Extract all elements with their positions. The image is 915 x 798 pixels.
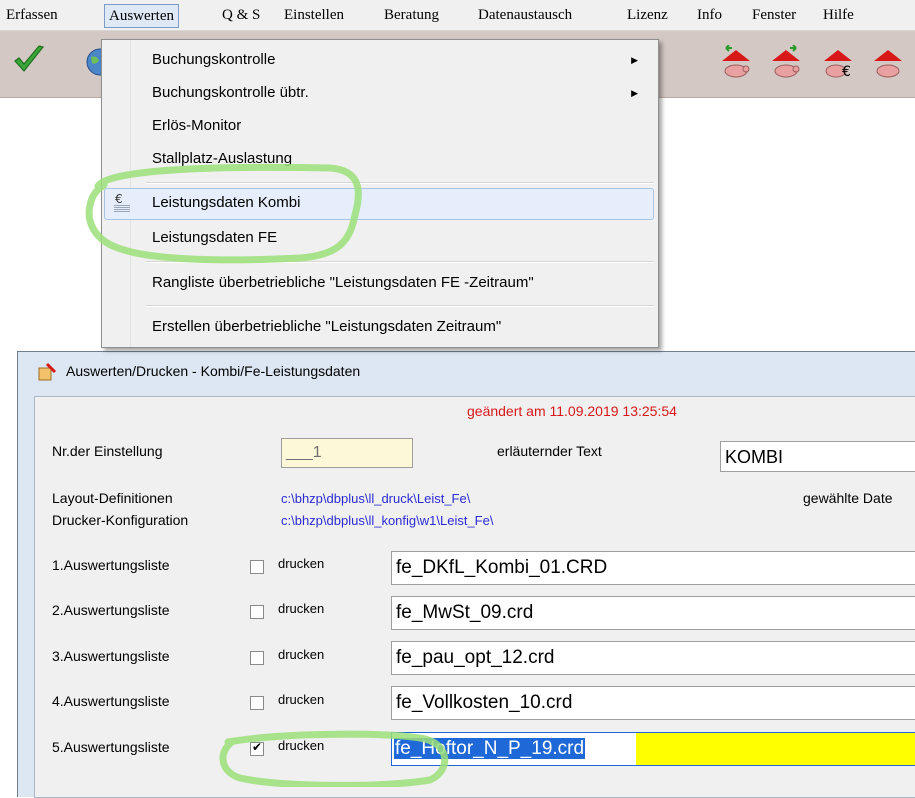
menu-item-label: Rangliste überbetriebliche "Leistungsdat… (152, 274, 534, 291)
menu-item-erloes-monitor[interactable]: Erlös-Monitor (152, 115, 241, 137)
layout-path: c:\bhzp\dbplus\ll_druck\Leist_Fe\ (281, 491, 471, 506)
menu-item-buchungskontrolle-uebtr[interactable]: Buchungskontrolle übtr. ▶ (152, 82, 648, 104)
list-3-label: 3.Auswertungsliste (52, 648, 170, 664)
euro-list-icon: € (112, 192, 134, 214)
list-5-file-input[interactable]: fe_Hoftor_N_P_19.crd (391, 732, 915, 766)
menu-item-label: Leistungsdaten Kombi (152, 194, 301, 211)
list-3-file-input[interactable]: fe_pau_opt_12.crd (391, 641, 915, 675)
menu-einstellen[interactable]: Einstellen (284, 5, 344, 25)
list-2-print-label: drucken (278, 601, 325, 616)
menu-hilfe[interactable]: Hilfe (823, 5, 854, 25)
menu-item-label: Erlös-Monitor (152, 117, 242, 134)
list-4-print-label: drucken (278, 692, 325, 707)
dialog-title: Auswerten/Drucken - Kombi/Fe-Leistungsda… (66, 363, 361, 379)
pig-house-arrow-icon[interactable] (768, 44, 804, 85)
list-4-checkbox[interactable] (250, 696, 264, 710)
menu-fenster[interactable]: Fenster (752, 5, 796, 25)
list-5-checkbox[interactable] (250, 740, 264, 756)
menu-item-leistungsdaten-fe[interactable]: Leistungsdaten FE (152, 227, 277, 249)
menu-lizenz[interactable]: Lizenz (627, 5, 668, 25)
dialog-title-bar[interactable]: Auswerten/Drucken - Kombi/Fe-Leistungsda… (18, 352, 915, 390)
menu-item-leistungsdaten-kombi[interactable]: Leistungsdaten Kombi (152, 192, 300, 214)
menu-erfassen[interactable]: Erfassen (6, 5, 58, 25)
menu-info[interactable]: Info (697, 5, 722, 25)
list-2-checkbox[interactable] (250, 605, 264, 619)
menu-separator (146, 305, 654, 307)
menu-item-label: Stallplatz-Auslastung (152, 150, 293, 167)
printer-label: Drucker-Konfiguration (52, 512, 189, 528)
text-label: erläuternder Text (497, 443, 602, 459)
list-5-label: 5.Auswertungsliste (52, 739, 170, 755)
svg-text:€: € (842, 64, 851, 80)
menu-datenaustausch[interactable]: Datenaustausch (478, 5, 572, 25)
submenu-arrow-icon: ▶ (631, 88, 638, 98)
list-4-label: 4.Auswertungsliste (52, 693, 170, 709)
list-5-print-label: drucken (278, 738, 325, 753)
printer-path: c:\bhzp\dbplus\ll_konfig\w1\Leist_Fe\ (281, 513, 494, 528)
list-4-file-input[interactable]: fe_Vollkosten_10.crd (391, 686, 915, 720)
menu-bar: Erfassen Auswerten Q & S Einstellen Bera… (0, 0, 915, 31)
pig-house-arrow-icon[interactable] (718, 44, 754, 85)
list-1-label: 1.Auswertungsliste (52, 557, 170, 573)
list-2-label: 2.Auswertungsliste (52, 602, 170, 618)
menu-item-rangliste[interactable]: Rangliste überbetriebliche "Leistungsdat… (152, 272, 534, 294)
menu-q-und-s[interactable]: Q & S (222, 5, 260, 25)
nr-label: Nr.der Einstellung (52, 443, 163, 459)
pig-house-icon[interactable] (870, 45, 906, 85)
menu-item-label: Buchungskontrolle übtr. (152, 84, 309, 101)
menu-auswerten[interactable]: Auswerten (104, 4, 179, 28)
menu-item-label: Buchungskontrolle (152, 51, 276, 68)
field-yellow-fill (636, 733, 915, 765)
globe-icon[interactable] (85, 47, 101, 77)
changed-timestamp: geändert am 11.09.2019 13:25:54 (467, 403, 677, 419)
list-2-file-input[interactable]: fe_MwSt_09.crd (391, 596, 915, 630)
list-5-file-selected-text: fe_Hoftor_N_P_19.crd (394, 738, 586, 759)
dialog-content: geändert am 11.09.2019 13:25:54 Nr.der E… (34, 396, 915, 798)
text-input[interactable]: KOMBI (720, 441, 915, 472)
dialog-window: Auswerten/Drucken - Kombi/Fe-Leistungsda… (17, 351, 915, 798)
submenu-arrow-icon: ▶ (631, 55, 638, 65)
menu-item-label: Erstellen überbetriebliche "Leistungsdat… (152, 318, 502, 335)
menu-item-label: Leistungsdaten FE (152, 229, 278, 246)
app-icon (37, 362, 57, 385)
list-1-file-input[interactable]: fe_DKfL_Kombi_01.CRD (391, 551, 915, 585)
nr-input[interactable]: ___1 (281, 438, 413, 468)
menu-separator (146, 261, 654, 263)
svg-text:€: € (115, 192, 123, 206)
menu-item-buchungskontrolle[interactable]: Buchungskontrolle ▶ (152, 49, 648, 71)
list-1-checkbox[interactable] (250, 560, 264, 574)
list-3-checkbox[interactable] (250, 651, 264, 665)
auswerten-dropdown-menu: € Buchungskontrolle ▶ Buchungskontrolle … (101, 39, 659, 348)
chosen-file-label: gewählte Date (803, 490, 893, 506)
menu-item-stallplatz-auslastung[interactable]: Stallplatz-Auslastung (152, 148, 292, 170)
layout-label: Layout-Definitionen (52, 490, 173, 506)
list-1-print-label: drucken (278, 556, 325, 571)
checkmark-icon[interactable] (12, 43, 46, 81)
menu-beratung[interactable]: Beratung (384, 5, 439, 25)
list-3-print-label: drucken (278, 647, 325, 662)
menu-item-erstellen[interactable]: Erstellen überbetriebliche "Leistungsdat… (152, 316, 501, 338)
menu-separator (146, 182, 654, 184)
pig-house-euro-icon[interactable]: € (820, 45, 856, 85)
